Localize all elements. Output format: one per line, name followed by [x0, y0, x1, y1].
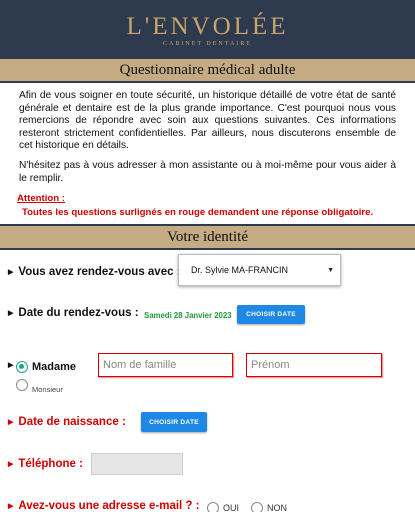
- last-name-placeholder: Nom de famille: [103, 359, 177, 371]
- phone-input[interactable]: [91, 453, 183, 475]
- intro-text: Afin de vous soigner en toute sécurité, …: [0, 83, 415, 185]
- brand-subtitle: CABINET DENTAIRE: [163, 41, 252, 47]
- brand-logo: L'ENVOLÉE: [126, 13, 289, 40]
- triangle-right-icon: ▶: [8, 461, 14, 468]
- madame-radio[interactable]: [16, 361, 28, 373]
- choose-birth-date-button[interactable]: CHOISIR DATE: [141, 412, 207, 432]
- triangle-right-icon: ▶: [8, 310, 14, 317]
- choose-appointment-date-button[interactable]: CHOISIR DATE: [237, 305, 305, 324]
- madame-label: Madame: [32, 361, 77, 373]
- first-name-placeholder: Prénom: [251, 359, 290, 371]
- intro-paragraph-1: Afin de vous soigner en toute sécurité, …: [19, 90, 396, 152]
- intro-paragraph-2: N'hésitez pas à vous adresser à mon assi…: [19, 159, 396, 184]
- page-title: Questionnaire médical adulte: [0, 57, 415, 83]
- attention-notice: Attention : Toutes les questions surlign…: [0, 193, 415, 218]
- last-name-input[interactable]: Nom de famille: [98, 353, 233, 377]
- appointment-with-label: Vous avez rendez-vous avec :: [18, 266, 181, 278]
- monsieur-radio[interactable]: [16, 379, 28, 391]
- email-yes-radio[interactable]: [207, 502, 219, 512]
- phone-row: ▶ Téléphone :: [8, 458, 83, 470]
- monsieur-label: Monsieur: [32, 385, 63, 394]
- practitioner-selected-value: Dr. Sylvie MA-FRANCIN: [191, 265, 289, 275]
- email-no-label: NON: [267, 503, 287, 512]
- triangle-right-icon: ▶: [8, 362, 14, 369]
- section-title-identity: Votre identité: [0, 224, 415, 250]
- birth-date-row: ▶ Date de naissance :: [8, 416, 126, 428]
- attention-title: Attention :: [17, 193, 65, 205]
- email-question-label: Avez-vous une adresse e-mail ? :: [18, 500, 200, 512]
- site-header: L'ENVOLÉE CABINET DENTAIRE: [0, 0, 415, 57]
- appointment-date-value: Samedi 28 Janvier 2023: [144, 311, 232, 320]
- practitioner-select[interactable]: Dr. Sylvie MA-FRANCIN ▼: [178, 254, 341, 286]
- triangle-right-icon: ▶: [8, 269, 14, 276]
- appointment-with-row: ▶ Vous avez rendez-vous avec :: [8, 266, 181, 278]
- attention-note: Toutes les questions surlignés en rouge …: [22, 207, 374, 219]
- email-question-row: ▶ Avez-vous une adresse e-mail ? :: [8, 500, 199, 512]
- appointment-date-row: ▶ Date du rendez-vous :: [8, 307, 139, 319]
- phone-label: Téléphone :: [18, 458, 83, 470]
- first-name-input[interactable]: Prénom: [246, 353, 382, 377]
- triangle-right-icon: ▶: [8, 419, 14, 426]
- caret-down-icon: ▼: [327, 266, 334, 274]
- birth-date-label: Date de naissance :: [18, 416, 126, 428]
- email-no-radio[interactable]: [251, 502, 263, 512]
- triangle-right-icon: ▶: [8, 503, 14, 510]
- appointment-date-label: Date du rendez-vous :: [18, 307, 139, 319]
- email-yes-label: OUI: [223, 503, 240, 512]
